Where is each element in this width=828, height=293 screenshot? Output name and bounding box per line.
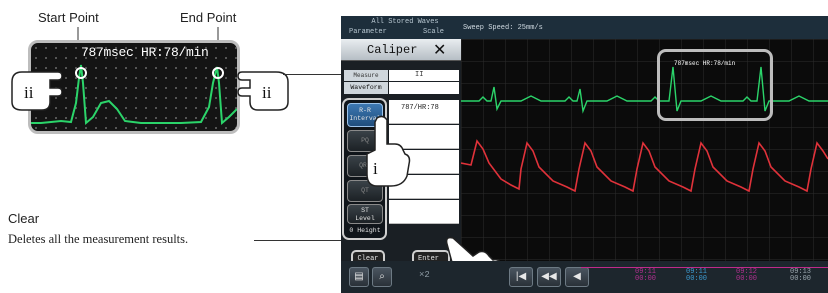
- zoom-level: ×2: [419, 270, 430, 280]
- clear-title: Clear: [8, 211, 40, 226]
- st-level-line1: ST: [361, 207, 369, 214]
- waveform-label: Waveform: [344, 82, 388, 94]
- print-icon[interactable]: ▤: [349, 267, 369, 287]
- timeline-mark: 09:12 00:00: [736, 269, 757, 283]
- timeline[interactable]: 09:11 00:00 09:11 00:00 09:12 00:00 09:1…: [581, 261, 828, 293]
- hand-label-button: i: [373, 159, 378, 178]
- tab-scale[interactable]: Scale: [423, 28, 444, 36]
- timeline-sub: 00:00: [635, 275, 657, 283]
- sweep-speed-label: Sweep Speed: 25mm/s: [463, 24, 543, 32]
- measure-value[interactable]: II: [389, 70, 459, 81]
- zoom-icon[interactable]: ⌕: [372, 267, 392, 287]
- clear-leader-line: [254, 240, 352, 241]
- monitor-screen: All Stored Waves Parameter Scale Sweep S…: [341, 16, 828, 293]
- rewind-icon[interactable]: ◀◀: [537, 267, 561, 287]
- skip-to-start-icon[interactable]: |◀: [509, 267, 533, 287]
- waveform-area[interactable]: 787msec HR:78/min: [461, 39, 828, 261]
- clear-description: Deletes all the measurement results.: [8, 232, 189, 246]
- waveform-value[interactable]: [389, 82, 459, 94]
- height-button[interactable]: 0 Height: [344, 227, 386, 238]
- hand-pointer-icon-button: i: [361, 114, 413, 193]
- caliper-title: Caliper: [367, 43, 418, 57]
- close-icon[interactable]: ✕: [433, 40, 446, 60]
- measure-label: Measure: [344, 70, 388, 81]
- hand-label-start: ii: [24, 83, 34, 102]
- timeline-mark: 09:13 00:00: [790, 269, 811, 283]
- tab-all-stored-waves[interactable]: All Stored Waves: [355, 18, 455, 26]
- hand-label-end: ii: [262, 83, 272, 102]
- timeline-sub: 00:00: [790, 275, 812, 283]
- hand-pointer-icon-end: ii: [236, 58, 296, 119]
- waveform-measurement-label: 787msec HR:78/min: [674, 60, 736, 67]
- top-bar: All Stored Waves Parameter Scale Sweep S…: [341, 16, 828, 39]
- bottom-toolbar: ▤ ⌕ ×2 |◀ ◀◀ ◀ 09:11 00:00 09:11 00:00 0…: [341, 261, 828, 293]
- st-level-button[interactable]: ST Level: [347, 204, 383, 224]
- tab-parameter[interactable]: Parameter: [349, 28, 387, 36]
- caliper-panel-header: Caliper ✕: [341, 39, 461, 61]
- timeline-mark: 09:11 00:00: [635, 269, 656, 283]
- timeline-sub: 00:00: [736, 275, 758, 283]
- hand-pointer-icon-start: ii: [4, 58, 63, 119]
- zoom-measurement-label: 787msec HR:78/min: [81, 45, 209, 60]
- st-level-line2: Level: [355, 215, 375, 222]
- timeline-sub: 00:00: [686, 275, 708, 283]
- result-row-5: [389, 200, 459, 224]
- timeline-mark: 09:11 00:00: [686, 269, 707, 283]
